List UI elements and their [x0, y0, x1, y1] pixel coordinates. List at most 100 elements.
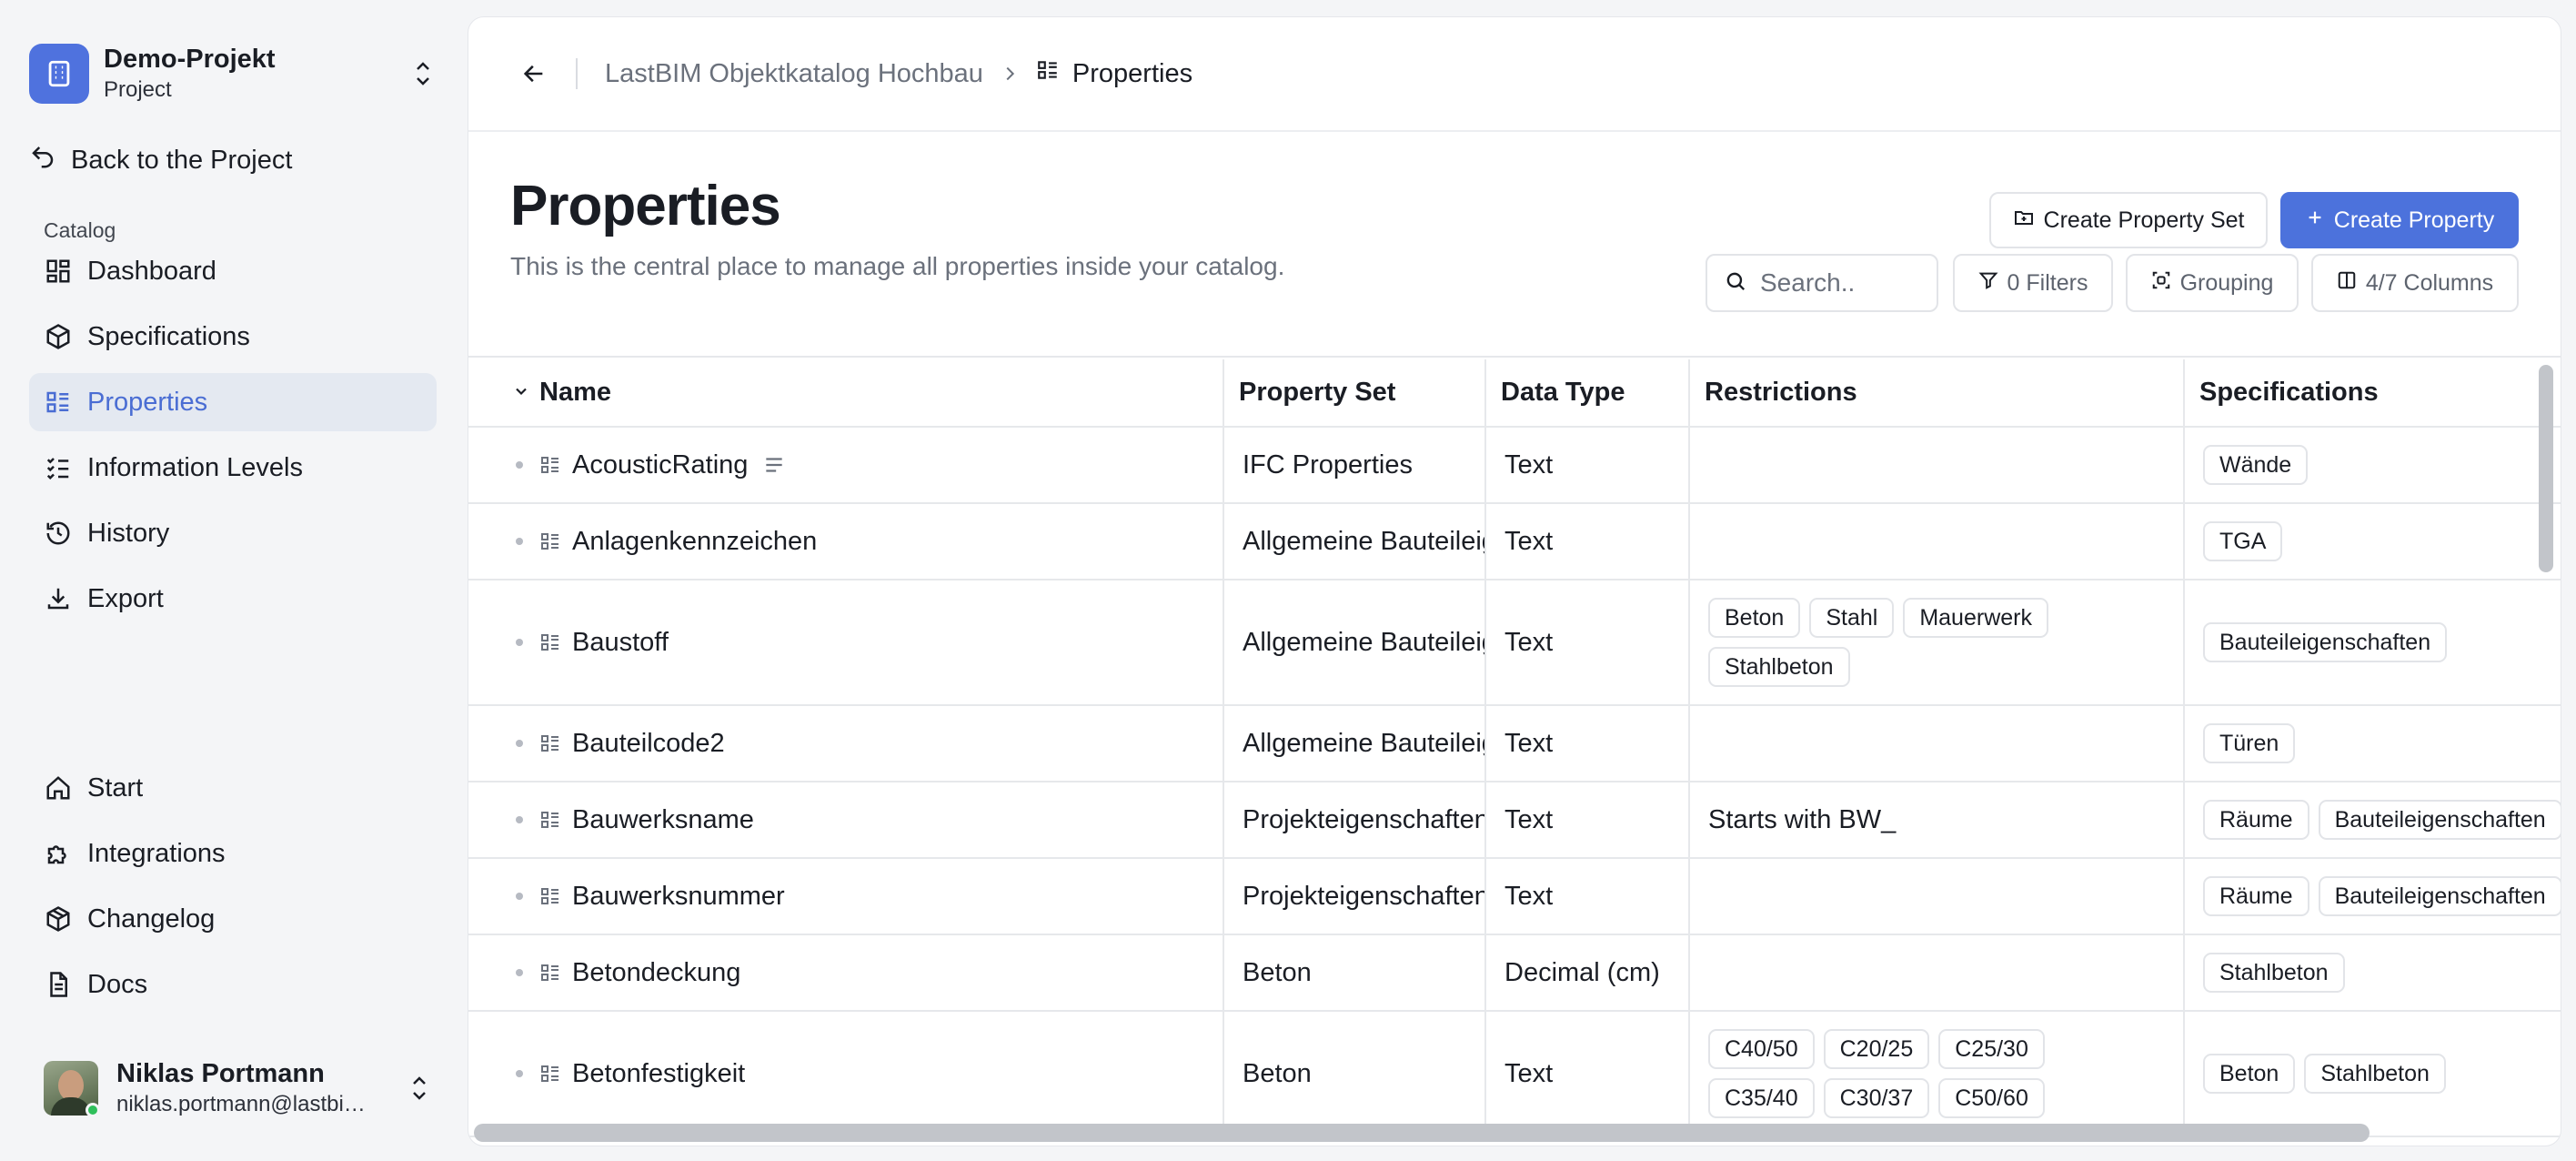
specification-tag[interactable]: TGA	[2203, 521, 2283, 561]
cell-name: Betonfestigkeit	[468, 1011, 1224, 1137]
cell-restrictions	[1689, 858, 2185, 935]
cell-data-type: Text	[1485, 858, 1690, 935]
nav-label: Information Levels	[87, 452, 303, 482]
arrow-left-icon	[523, 65, 543, 83]
table-row[interactable]: Betondeckung Beton Decimal (cm) Stahlbeton	[468, 934, 2561, 1012]
column-header-name[interactable]: Name	[468, 359, 1224, 428]
create-property-set-button[interactable]: Create Property Set	[1989, 192, 2268, 248]
nav-item-history[interactable]: History	[29, 504, 437, 562]
specification-tag[interactable]: Türen	[2203, 723, 2296, 763]
home-icon	[44, 773, 73, 803]
table-row[interactable]: Anlagenkennzeichen Allgemeine Bauteileige…	[468, 503, 2561, 580]
nav-label: Integrations	[87, 838, 226, 868]
catalog-nav: Dashboard Specifications Properties Info…	[29, 242, 437, 635]
user-name: Niklas Portmann	[116, 1059, 325, 1088]
list-icon	[539, 631, 561, 653]
back-button[interactable]	[512, 52, 556, 96]
filters-button[interactable]: 0 Filters	[1953, 254, 2113, 312]
nav-item-changelog[interactable]: Changelog	[29, 890, 437, 948]
table-row[interactable]: AcousticRating IFC Properties Text Wände	[468, 427, 2561, 504]
property-name[interactable]: Bauwerksname	[572, 805, 754, 835]
online-status-dot	[86, 1103, 100, 1117]
property-name[interactable]: Anlagenkennzeichen	[572, 527, 817, 557]
nav-item-specifications[interactable]: Specifications	[29, 308, 437, 366]
specification-tag[interactable]: Räume	[2203, 800, 2309, 840]
nav-item-docs[interactable]: Docs	[29, 955, 437, 1014]
nav-label: Properties	[87, 387, 208, 417]
table-row[interactable]: Bauteilcode2 Allgemeine Bauteileigenschaf…	[468, 705, 2561, 782]
list-icon	[539, 962, 561, 984]
cell-data-type: Text	[1485, 705, 1690, 782]
search-icon	[1724, 269, 1747, 298]
cell-data-type: Decimal (cm)	[1485, 934, 1690, 1012]
nav-item-dashboard[interactable]: Dashboard	[29, 242, 437, 300]
table-row[interactable]: Baustoff Allgemeine BauteileigenschaftenT…	[468, 580, 2561, 706]
cell-specifications: Bauteileigenschaften	[2184, 580, 2561, 706]
specification-tag[interactable]: Stahlbeton	[2304, 1054, 2446, 1094]
properties-table: Name Property Set Data Type Restrictions…	[468, 359, 2561, 1137]
main-panel: LastBIM Objektkatalog Hochbau Properties…	[468, 16, 2561, 1146]
nav-item-start[interactable]: Start	[29, 759, 437, 817]
filters-label: 0 Filters	[2007, 269, 2088, 296]
column-header-property-set[interactable]: Property Set	[1223, 359, 1486, 428]
download-icon	[44, 584, 73, 613]
list-icon	[539, 732, 561, 754]
nav-item-information-levels[interactable]: Information Levels	[29, 439, 437, 497]
description-icon[interactable]	[762, 453, 786, 477]
specification-tag[interactable]: Räume	[2203, 876, 2309, 916]
grouping-button[interactable]: Grouping	[2126, 254, 2299, 312]
cell-restrictions	[1689, 503, 2185, 580]
property-name[interactable]: Betonfestigkeit	[572, 1059, 745, 1089]
nav-item-integrations[interactable]: Integrations	[29, 824, 437, 883]
create-property-label: Create Property	[2333, 207, 2495, 233]
property-name[interactable]: Bauteilcode2	[572, 729, 725, 759]
horizontal-scrollbar[interactable]	[474, 1124, 2370, 1142]
nav-item-properties[interactable]: Properties	[29, 373, 437, 431]
divider	[576, 58, 578, 89]
project-type: Project	[104, 77, 172, 102]
cell-property-set: IFC Properties	[1223, 427, 1486, 504]
specification-tag[interactable]: Beton	[2203, 1054, 2296, 1094]
specification-tag[interactable]: Bauteileigenschaften	[2203, 622, 2448, 662]
property-name[interactable]: Baustoff	[572, 628, 669, 658]
search-input[interactable]	[1760, 268, 1924, 298]
nav-item-export[interactable]: Export	[29, 570, 437, 628]
cell-name: Bauteilcode2	[468, 705, 1224, 782]
table-row[interactable]: Bauwerksnummer Projekteigenschaften Text Rä…	[468, 858, 2561, 935]
breadcrumb-bar: LastBIM Objektkatalog Hochbau Properties	[468, 17, 2561, 132]
search-input-wrapper[interactable]	[1706, 254, 1938, 312]
list-icon	[539, 809, 561, 831]
specification-tag[interactable]: Bauteileigenschaften	[2318, 876, 2561, 916]
properties-table-wrapper[interactable]: Name Property Set Data Type Restrictions…	[468, 359, 2561, 1146]
specification-tag[interactable]: Wände	[2203, 445, 2309, 485]
restriction-tag: Beton	[1708, 598, 1801, 638]
project-switcher[interactable]: Demo-Projekt Project	[29, 33, 438, 115]
restriction-tag: C50/60	[1938, 1078, 2045, 1118]
column-header-specifications[interactable]: Specifications	[2184, 359, 2561, 428]
user-menu[interactable]: Niklas Portmann niklas.portmann@lastbi…	[44, 1055, 435, 1121]
column-header-data-type[interactable]: Data Type	[1485, 359, 1690, 428]
cell-property-set: Allgemeine Bauteileigenschaften	[1223, 503, 1486, 580]
list-icon	[539, 530, 561, 552]
property-name[interactable]: Bauwerksnummer	[572, 882, 785, 912]
vertical-scrollbar[interactable]	[2539, 365, 2553, 572]
table-row[interactable]: Bauwerksname Projekteigenschaften Text Star…	[468, 782, 2561, 859]
back-to-project-link[interactable]: Back to the Project	[29, 136, 292, 184]
property-name[interactable]: AcousticRating	[572, 450, 748, 480]
specification-tag[interactable]: Stahlbeton	[2203, 953, 2345, 993]
columns-button[interactable]: 4/7 Columns	[2311, 254, 2519, 312]
breadcrumb: LastBIM Objektkatalog Hochbau Properties	[605, 58, 1192, 89]
breadcrumb-catalog-link[interactable]: LastBIM Objektkatalog Hochbau	[605, 59, 983, 89]
create-property-button[interactable]: Create Property	[2280, 192, 2519, 248]
package-icon	[44, 904, 73, 934]
list-icon	[539, 885, 561, 907]
property-name[interactable]: Betondeckung	[572, 958, 740, 988]
table-row[interactable]: Betonfestigkeit Beton Text C40/50 C20/25 C25/…	[468, 1011, 2561, 1137]
cell-specifications: TGA	[2184, 503, 2561, 580]
column-header-restrictions[interactable]: Restrictions	[1689, 359, 2185, 428]
cell-data-type: Text	[1485, 580, 1690, 706]
plus-icon	[2305, 207, 2325, 234]
chevrons-updown-icon	[408, 56, 438, 92]
specification-tag[interactable]: Bauteileigenschaften	[2318, 800, 2561, 840]
checklist-icon	[44, 453, 73, 482]
